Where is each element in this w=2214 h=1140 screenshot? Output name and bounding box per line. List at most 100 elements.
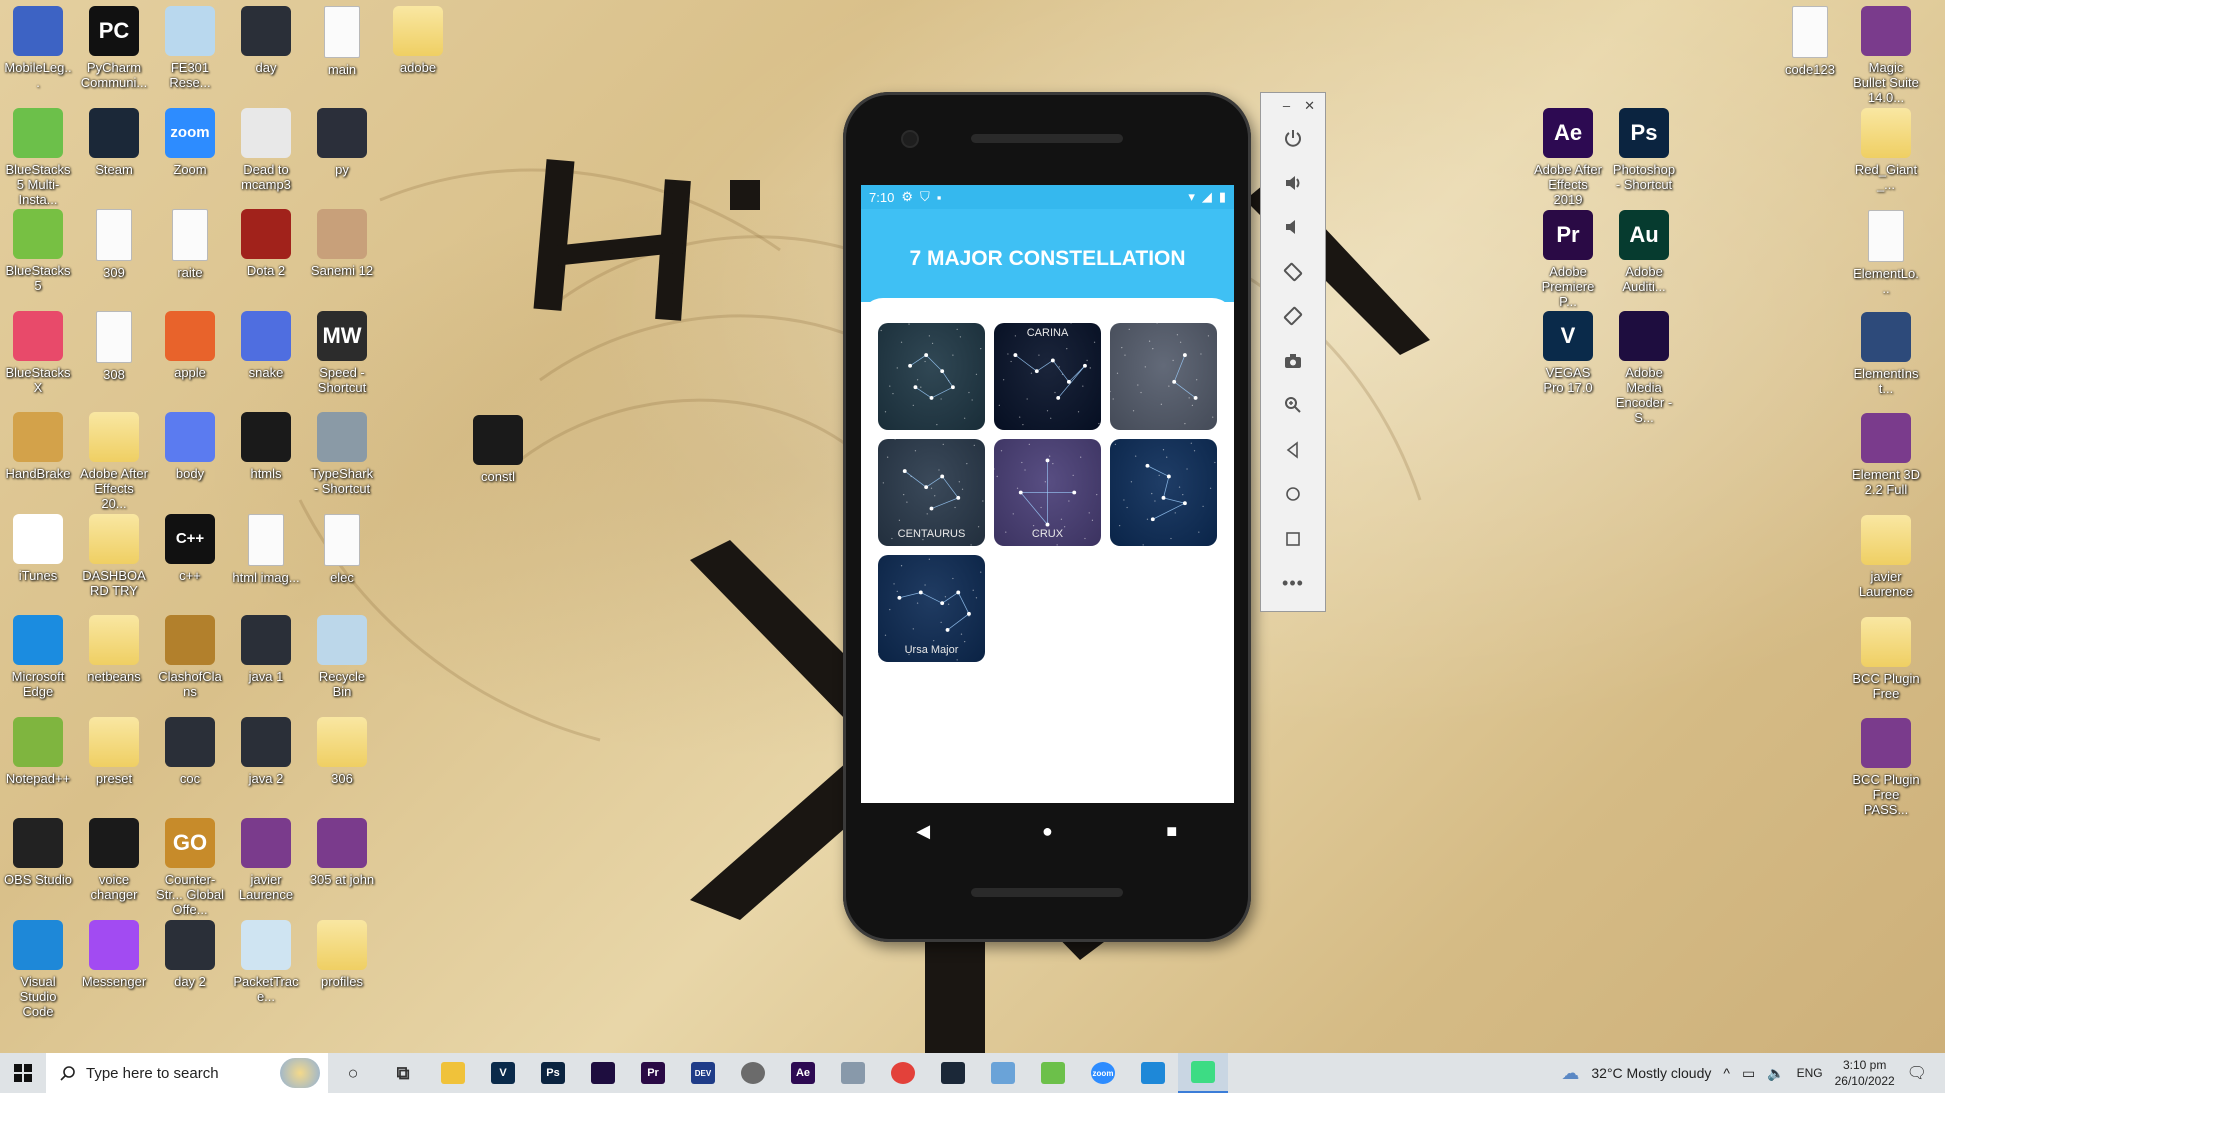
taskbar-app-button[interactable]: ○ bbox=[328, 1053, 378, 1093]
taskbar-app-button[interactable] bbox=[578, 1053, 628, 1093]
desktop-icon[interactable]: voice changer bbox=[80, 818, 148, 902]
desktop-icon[interactable]: Adobe Media Encoder - S... bbox=[1610, 311, 1678, 425]
desktop-icon[interactable]: Dead to mcamp3 bbox=[232, 107, 300, 192]
taskbar-app-button[interactable]: Ae bbox=[778, 1053, 828, 1093]
constellation-card[interactable]: CARINA bbox=[994, 323, 1101, 430]
constellation-card[interactable] bbox=[1110, 323, 1217, 430]
desktop-icon[interactable]: Au Adobe Auditi... bbox=[1610, 209, 1678, 294]
desktop-icon[interactable]: MW Speed - Shortcut bbox=[308, 310, 376, 395]
desktop-icon[interactable]: PC PyCharm Communi... bbox=[80, 6, 148, 90]
desktop-icon[interactable]: Sanemi 12 bbox=[308, 209, 376, 278]
tray-overflow-icon[interactable]: ^ bbox=[1723, 1065, 1730, 1081]
desktop-icon[interactable]: 308 bbox=[80, 310, 148, 382]
desktop-icon[interactable]: Magic Bullet Suite 14.0... bbox=[1852, 6, 1920, 105]
volume-up-button[interactable] bbox=[1261, 161, 1325, 206]
screenshot-button[interactable] bbox=[1261, 339, 1325, 384]
desktop-icon[interactable]: main bbox=[308, 6, 376, 77]
taskbar-app-button[interactable] bbox=[878, 1053, 928, 1093]
desktop-icon[interactable]: BlueStacks X bbox=[4, 310, 72, 395]
desktop-icon[interactable]: DASHBOARD TRY bbox=[80, 513, 148, 598]
desktop-icon[interactable]: raite bbox=[156, 209, 224, 280]
constellation-card[interactable]: CENTAURUS bbox=[878, 439, 985, 546]
desktop-icon[interactable]: Pr Adobe Premiere P... bbox=[1534, 209, 1602, 309]
network-icon[interactable]: ▭ bbox=[1742, 1065, 1755, 1082]
desktop-icon[interactable]: 309 bbox=[80, 209, 148, 280]
desktop-icon[interactable]: TypeShark - Shortcut bbox=[308, 412, 376, 496]
desktop-icon[interactable]: java 1 bbox=[232, 615, 300, 684]
desktop-icon[interactable]: zoom Zoom bbox=[156, 107, 224, 177]
constellation-card[interactable] bbox=[1110, 439, 1217, 546]
desktop-icon[interactable]: Messenger bbox=[80, 919, 148, 989]
desktop-icon[interactable]: iTunes bbox=[4, 513, 72, 583]
desktop-icon[interactable]: OBS Studio bbox=[4, 818, 72, 887]
taskbar-app-button[interactable]: zoom bbox=[1078, 1053, 1128, 1093]
home-nav-icon[interactable]: ● bbox=[1027, 821, 1067, 842]
desktop-icon[interactable]: javier Laurence bbox=[1852, 515, 1920, 599]
desktop-icon[interactable]: Element 3D 2.2 Full bbox=[1852, 413, 1920, 497]
desktop-icon[interactable]: javier Laurence bbox=[232, 818, 300, 902]
desktop-icon[interactable]: Dota 2 bbox=[232, 209, 300, 278]
taskbar-search[interactable]: Type here to search bbox=[46, 1053, 328, 1093]
desktop-icon[interactable]: py bbox=[308, 107, 376, 177]
desktop-icon[interactable]: code123 bbox=[1776, 6, 1844, 77]
start-button[interactable] bbox=[0, 1053, 46, 1093]
taskbar-app-button[interactable] bbox=[1028, 1053, 1078, 1093]
desktop-icon[interactable]: snake bbox=[232, 310, 300, 380]
desktop-icon[interactable]: Ae Adobe After Effects 2019 bbox=[1534, 108, 1602, 207]
language-indicator[interactable]: ENG bbox=[1797, 1066, 1823, 1080]
desktop-icon[interactable]: Ps Photoshop - Shortcut bbox=[1610, 108, 1678, 192]
rotate-right-button[interactable] bbox=[1261, 294, 1325, 339]
desktop-icon[interactable]: apple bbox=[156, 310, 224, 380]
taskbar-app-button[interactable] bbox=[1128, 1053, 1178, 1093]
minimize-icon[interactable]: – bbox=[1283, 98, 1290, 116]
taskbar-app-button[interactable] bbox=[978, 1053, 1028, 1093]
constellation-card[interactable]: Ursa Major bbox=[878, 555, 985, 662]
back-button[interactable] bbox=[1261, 428, 1325, 473]
desktop-icon[interactable]: BlueStacks 5 bbox=[4, 209, 72, 293]
desktop-icon[interactable]: adobe bbox=[384, 6, 452, 75]
more-button[interactable]: ••• bbox=[1261, 561, 1325, 606]
taskbar-app-button[interactable] bbox=[1178, 1053, 1228, 1093]
desktop-icon[interactable]: Visual Studio Code bbox=[4, 919, 72, 1019]
desktop-icon[interactable]: Notepad++ bbox=[4, 716, 72, 786]
desktop-icon[interactable]: V VEGAS Pro 17.0 bbox=[1534, 311, 1602, 395]
constellation-card[interactable]: CRUX bbox=[994, 439, 1101, 546]
desktop-icon[interactable]: coc bbox=[156, 716, 224, 786]
weather-text[interactable]: 32°C Mostly cloudy bbox=[1591, 1065, 1711, 1081]
desktop-icon[interactable]: HandBrake bbox=[4, 412, 72, 481]
desktop-icon[interactable]: day bbox=[232, 6, 300, 75]
clock[interactable]: 3:10 pm 26/10/2022 bbox=[1835, 1057, 1895, 1089]
taskbar-app-button[interactable] bbox=[728, 1053, 778, 1093]
taskbar-app-button[interactable]: Ps bbox=[528, 1053, 578, 1093]
desktop-icon[interactable]: preset bbox=[80, 716, 148, 786]
desktop-icon[interactable]: GO Counter-Str... Global Offe... bbox=[156, 818, 224, 917]
desktop-icon[interactable]: htmls bbox=[232, 412, 300, 481]
desktop-icon[interactable]: ElementInst... bbox=[1852, 312, 1920, 396]
desktop-icon[interactable]: 306 bbox=[308, 716, 376, 786]
notifications-icon[interactable]: 🗨 bbox=[1907, 1063, 1927, 1083]
desktop-icon[interactable]: html imag... bbox=[232, 513, 300, 585]
desktop-icon[interactable]: elec bbox=[308, 513, 376, 585]
volume-down-button[interactable] bbox=[1261, 205, 1325, 250]
power-button[interactable] bbox=[1261, 116, 1325, 161]
close-icon[interactable]: ✕ bbox=[1304, 98, 1315, 116]
recents-nav-icon[interactable]: ■ bbox=[1152, 821, 1192, 842]
desktop-icon[interactable]: Recycle Bin bbox=[308, 615, 376, 699]
desktop-icon[interactable]: Steam bbox=[80, 107, 148, 177]
desktop-icon[interactable]: 305 at john bbox=[308, 818, 376, 887]
desktop-icon[interactable]: body bbox=[156, 412, 224, 481]
desktop-icon[interactable]: Microsoft Edge bbox=[4, 615, 72, 699]
taskbar-app-button[interactable]: Pr bbox=[628, 1053, 678, 1093]
taskbar-app-button[interactable] bbox=[428, 1053, 478, 1093]
desktop-icon[interactable]: Adobe After Effects 20... bbox=[80, 412, 148, 511]
home-button[interactable] bbox=[1261, 472, 1325, 517]
desktop-icon[interactable]: netbeans bbox=[80, 615, 148, 684]
desktop-icon[interactable]: ElementLo... bbox=[1852, 210, 1920, 296]
taskbar-app-button[interactable]: ⧉ bbox=[378, 1053, 428, 1093]
desktop-icon[interactable]: FE301 Rese... bbox=[156, 6, 224, 90]
speaker-icon[interactable]: 🔈 bbox=[1767, 1065, 1784, 1082]
rotate-left-button[interactable] bbox=[1261, 250, 1325, 295]
desktop-icon[interactable]: ClashofClans bbox=[156, 615, 224, 699]
taskbar-app-button[interactable] bbox=[928, 1053, 978, 1093]
desktop-icon[interactable]: BlueStacks 5 Multi-Insta... bbox=[4, 107, 72, 207]
